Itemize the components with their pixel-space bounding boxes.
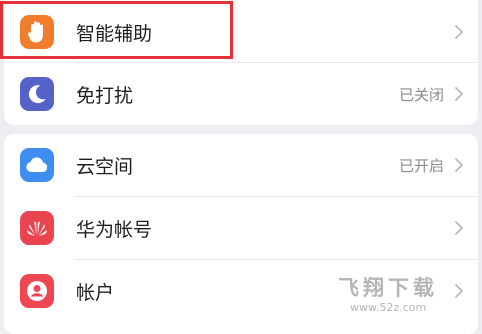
- chevron-right-icon: [455, 284, 463, 298]
- hand-icon: [20, 15, 54, 49]
- setting-label: 帐户: [76, 282, 115, 304]
- setting-row-cloud-space[interactable]: 云空间 已开启: [4, 134, 478, 196]
- setting-label: 免打扰: [76, 85, 134, 107]
- chevron-right-icon: [455, 25, 463, 39]
- setting-label: 智能辅助: [76, 23, 153, 45]
- user-icon: [20, 274, 54, 308]
- setting-value: 已开启: [398, 157, 444, 175]
- settings-group-account: 云空间 已开启 华为帐号 帐户: [4, 134, 478, 334]
- setting-value: 已关闭: [398, 86, 444, 104]
- settings-screen: 智能辅助 免打扰 已关闭 云空间 已开启 华为帐号 帐户 飞翔下载 www.52…: [0, 0, 482, 334]
- huawei-logo-icon: [20, 211, 54, 245]
- setting-label: 云空间: [76, 156, 134, 178]
- chevron-right-icon: [455, 158, 463, 172]
- setting-row-huawei-id[interactable]: 华为帐号: [4, 197, 478, 259]
- setting-row-smart-assist[interactable]: 智能辅助: [4, 1, 478, 63]
- chevron-right-icon: [455, 221, 463, 235]
- cloud-icon: [20, 148, 54, 182]
- settings-group-accessibility: 智能辅助 免打扰 已关闭: [4, 0, 478, 125]
- setting-row-accounts[interactable]: 帐户: [4, 260, 478, 322]
- moon-icon: [20, 77, 54, 111]
- setting-row-do-not-disturb[interactable]: 免打扰 已关闭: [4, 63, 478, 125]
- setting-label: 华为帐号: [76, 219, 153, 241]
- chevron-right-icon: [455, 87, 463, 101]
